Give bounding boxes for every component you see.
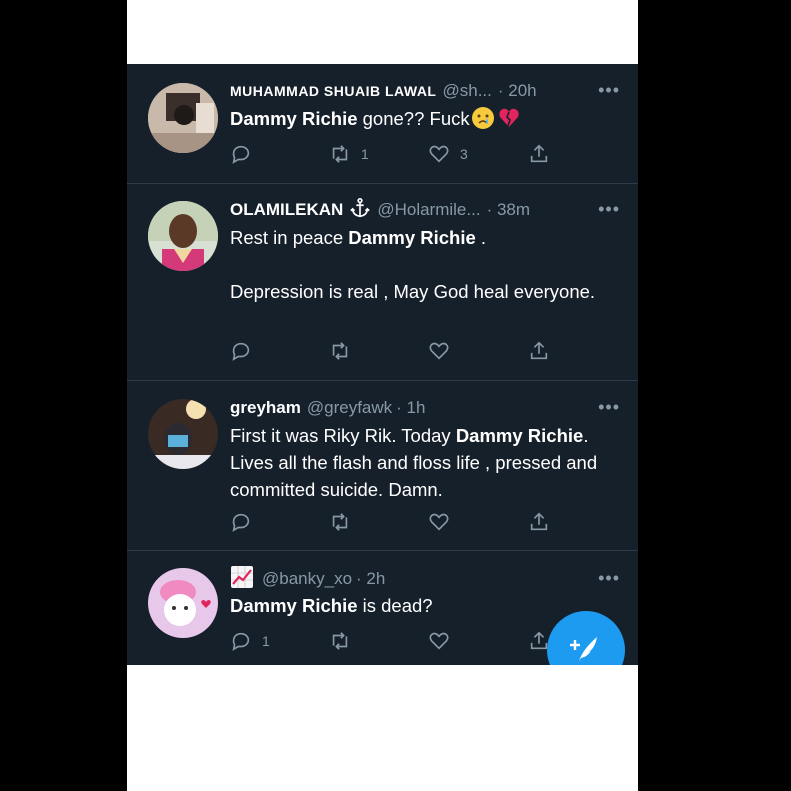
chart-increasing-emoji [230,565,254,594]
retweet-button[interactable] [329,339,361,363]
heart-icon [429,513,449,531]
tweet-text-body: is dead? [357,595,433,616]
tweet-item[interactable]: MUHAMMAD SHUAIB LAWAL @sh... · 20h ••• D… [127,64,638,184]
user-handle[interactable]: @sh... [442,81,491,101]
heart-icon [429,342,449,360]
tweet-time[interactable]: · 38m [487,200,530,220]
retweet-icon [332,513,348,531]
avatar[interactable] [148,568,218,638]
tweet-text: Dammy Richie is dead? [230,592,618,619]
retweet-count: 1 [361,146,369,162]
mention-name: Dammy Richie [230,595,358,616]
twitter-timeline: MUHAMMAD SHUAIB LAWAL @sh... · 20h ••• D… [127,64,638,665]
like-button[interactable] [428,629,460,653]
reply-button[interactable] [230,339,262,363]
tweet-text: Dammy Richie gone?? Fuck [230,105,618,136]
more-options-icon[interactable]: ••• [598,568,620,589]
tweet-text: First it was Riky Rik. Today Dammy Richi… [230,422,618,503]
tweet-actions: 1 [230,629,560,653]
like-count: 3 [460,146,468,162]
reply-icon [232,513,250,532]
more-options-icon[interactable]: ••• [598,80,620,101]
retweet-icon [332,632,348,650]
share-button[interactable] [528,339,550,363]
reply-button[interactable]: 1 [230,629,270,653]
retweet-button[interactable] [329,510,361,534]
tweet-item[interactable]: OLAMILEKAN @Holarmile... · 38m ••• Rest … [127,184,638,381]
tweet-time[interactable]: · 20h [498,81,537,101]
share-icon [530,144,548,163]
tweet-text-body: gone?? Fuck [357,108,470,129]
tweet-header: greyham @greyfawk · 1h ••• [230,397,620,419]
avatar[interactable] [148,201,218,271]
tweet-header: @banky_xo · 2h ••• [230,565,620,590]
tweet-time[interactable]: · 2h [356,569,385,589]
retweet-icon [332,342,348,360]
like-button[interactable] [428,339,460,363]
tweet-text-body: First it was Riky Rik. Today [230,425,456,446]
compose-tweet-icon [570,637,597,661]
user-handle[interactable]: @Holarmile... [377,200,480,220]
broken-heart-emoji [498,107,520,136]
reply-icon [232,632,250,651]
mention-name: Dammy Richie [348,227,476,248]
mention-name: Dammy Richie [230,108,358,129]
tweet-header: MUHAMMAD SHUAIB LAWAL @sh... · 20h ••• [230,80,620,102]
tweet-text-body: Rest in peace [230,227,349,248]
share-button[interactable] [528,510,550,534]
tweet-header: OLAMILEKAN @Holarmile... · 38m ••• [230,197,620,224]
bottom-white-border [127,665,638,791]
crying-face-emoji [471,107,494,129]
avatar[interactable] [148,399,218,469]
more-options-icon[interactable]: ••• [598,397,620,418]
reply-icon [232,145,250,164]
display-name[interactable]: MUHAMMAD SHUAIB LAWAL [230,83,436,99]
share-button[interactable] [528,142,550,166]
tweet-actions [230,510,560,534]
user-handle[interactable]: @greyfawk [307,398,392,418]
user-handle[interactable]: @banky_xo [262,569,352,589]
like-button[interactable] [428,510,460,534]
reply-count: 1 [262,633,270,649]
reply-button[interactable] [230,142,262,166]
avatar[interactable] [148,83,218,153]
retweet-button[interactable] [329,629,361,653]
retweet-icon [332,145,348,163]
heart-icon [429,145,449,163]
heart-icon [429,632,449,650]
tweet-actions: 1 3 [230,142,560,166]
anchor-icon [349,197,371,224]
tweet-actions [230,339,560,363]
tweet-time[interactable]: · 1h [396,398,425,418]
tweet-text: Rest in peace Dammy Richie . Depression … [230,224,618,305]
mention-name: Dammy Richie [455,425,584,446]
like-button[interactable]: 3 [428,142,468,166]
display-name[interactable]: greyham [230,398,301,418]
more-options-icon[interactable]: ••• [598,199,620,220]
top-white-border [127,0,638,64]
tweet-item[interactable]: greyham @greyfawk · 1h ••• First it was … [127,381,638,551]
share-icon [530,341,548,360]
retweet-button[interactable]: 1 [329,142,369,166]
reply-button[interactable] [230,510,262,534]
display-name[interactable]: OLAMILEKAN [230,200,343,220]
share-icon [530,512,548,531]
reply-icon [232,342,250,361]
